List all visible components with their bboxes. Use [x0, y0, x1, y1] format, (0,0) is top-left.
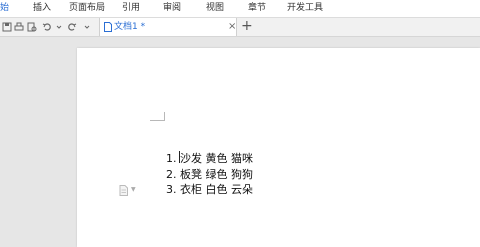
menu-section[interactable]: 章节	[248, 2, 266, 14]
list-number: 3.	[166, 183, 177, 196]
undo-icon[interactable]	[42, 22, 52, 32]
quick-access-toolbar	[0, 18, 480, 37]
menu-start[interactable]: 始	[0, 2, 9, 14]
text-cursor	[179, 151, 180, 163]
list-text: 板凳 绿色 狗狗	[180, 168, 253, 181]
new-tab-button[interactable]: +	[241, 17, 253, 35]
close-icon[interactable]: ×	[228, 21, 236, 33]
dropdown-arrow-icon[interactable]	[82, 22, 92, 32]
menu-view[interactable]: 视图	[206, 2, 224, 14]
print-preview-icon[interactable]	[27, 22, 37, 32]
list-text: 衣柜 白色 云朵	[180, 183, 253, 196]
menu-insert[interactable]: 插入	[33, 2, 51, 14]
menu-developer-tools[interactable]: 开发工具	[287, 2, 323, 14]
menu-bar: 始 插入 页面布局 引用 审阅 视图 章节 开发工具	[0, 0, 480, 18]
document-tab[interactable]: 文档1 * ×	[99, 18, 237, 36]
menu-page-layout[interactable]: 页面布局	[69, 2, 105, 14]
document-page[interactable]	[77, 48, 480, 247]
chevron-down-icon[interactable]: ▼	[131, 185, 136, 195]
print-icon[interactable]	[14, 22, 24, 32]
document-tab-title: 文档1 *	[114, 22, 146, 32]
list-number: 2.	[166, 168, 177, 181]
list-number: 1.	[166, 152, 177, 165]
paragraph-marker-icon[interactable]	[119, 185, 129, 196]
list-text: 沙发 黄色 猫咪	[180, 152, 253, 165]
redo-icon[interactable]	[67, 22, 77, 32]
menu-review[interactable]: 审阅	[163, 2, 181, 14]
menu-references[interactable]: 引用	[122, 2, 140, 14]
dropdown-arrow-icon[interactable]	[54, 22, 64, 32]
margin-corner-mark	[150, 112, 165, 121]
save-icon[interactable]	[2, 22, 12, 32]
document-icon	[104, 22, 112, 32]
